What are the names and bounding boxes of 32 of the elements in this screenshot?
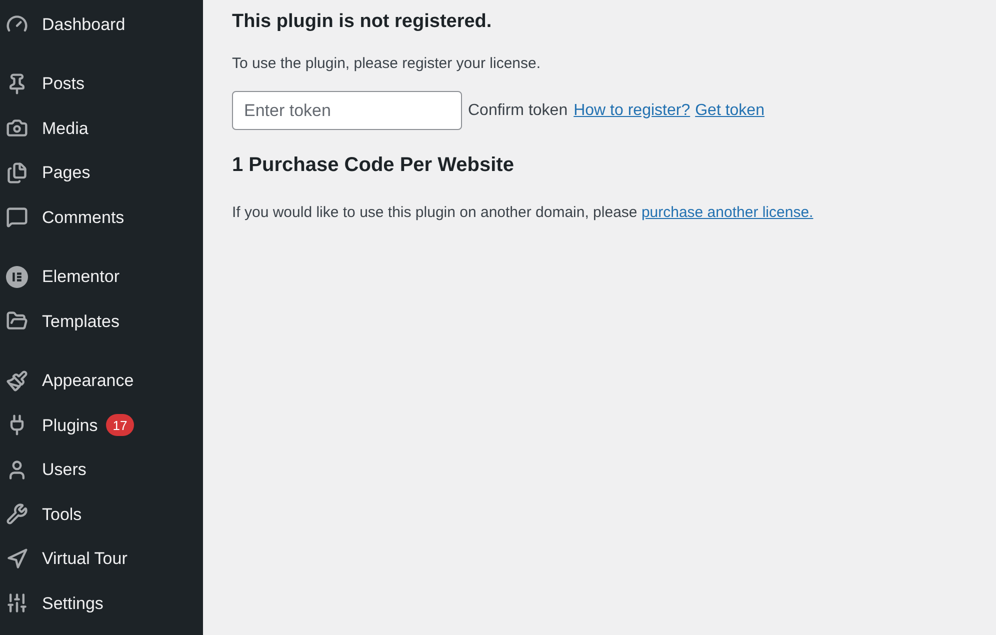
sidebar-item[interactable]: Tools xyxy=(0,492,203,536)
sidebar-item[interactable]: Plugins 17 xyxy=(0,403,203,448)
count-badge: 17 xyxy=(106,414,134,436)
sidebar-item[interactable]: Media xyxy=(0,106,203,150)
token-field[interactable]: Enter token xyxy=(232,91,462,130)
paintbrush-icon xyxy=(6,370,28,392)
sidebar-item[interactable]: Posts xyxy=(0,62,203,106)
note-text: If you would like to use this plugin on another domain, please purchase another license. xyxy=(232,203,814,223)
sidebar-item[interactable]: Appearance xyxy=(0,358,203,403)
sidebar-item[interactable]: Users xyxy=(0,448,203,492)
page-title: This plugin is not registered. xyxy=(232,10,492,34)
elementor-icon xyxy=(6,266,28,288)
navigation-icon xyxy=(6,548,28,570)
purchase-link[interactable]: purchase another license. xyxy=(641,204,814,221)
wrench-icon xyxy=(6,503,28,526)
sidebar-item[interactable]: Templates xyxy=(0,299,203,344)
confirm-token-button[interactable]: Confirm token xyxy=(468,98,568,122)
folder-icon xyxy=(6,310,28,332)
sidebar-item[interactable]: Settings xyxy=(0,581,203,626)
help-link[interactable]: Get token xyxy=(695,98,764,122)
sidebar-item[interactable]: Dashboard xyxy=(0,2,203,46)
speech-bubble-icon xyxy=(6,206,28,228)
sliders-icon xyxy=(6,592,28,614)
sidebar-item[interactable]: Virtual Tour xyxy=(0,536,203,581)
sidebar-item[interactable]: Elementor xyxy=(0,254,203,299)
help-link[interactable]: How to register? xyxy=(574,98,690,122)
pages-icon xyxy=(6,162,28,184)
sidebar-item[interactable]: Comments xyxy=(0,195,203,240)
sidebar-item[interactable]: Pages xyxy=(0,150,203,195)
intro-text: To use the plugin, please register your license. xyxy=(232,54,541,74)
camera-icon xyxy=(6,117,28,140)
section-title: 1 Purchase Code Per Website xyxy=(232,153,514,178)
